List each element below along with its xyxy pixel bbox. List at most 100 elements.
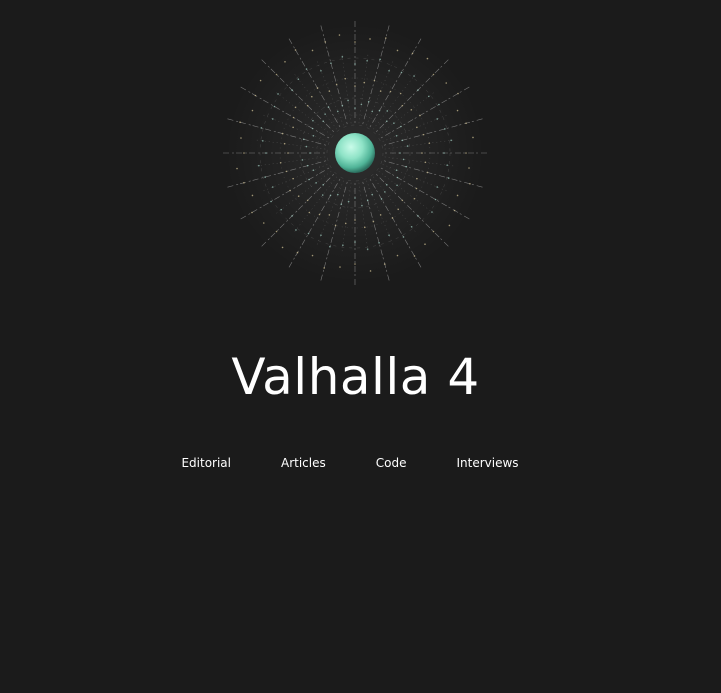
starburst-dot [236,167,238,170]
starburst-dot [347,200,350,203]
starburst-dot [391,217,394,219]
starburst-dot [315,182,317,184]
starburst-dot [320,234,322,237]
starburst-dot [450,139,452,142]
starburst-dot [444,128,446,130]
starburst-dot [406,145,409,147]
starburst-dot [427,95,430,98]
starburst-dot [320,69,322,72]
starburst-dot [354,41,356,43]
starburst-dot [312,119,314,122]
starburst-dot [456,194,459,197]
starburst-dot [410,225,413,228]
starburst-dot [367,101,370,103]
starburst-dot [379,90,382,92]
starburst-dot [386,110,389,112]
starburst-dot [410,108,413,111]
starburst-dot [258,164,260,167]
starburst-dot [254,94,257,97]
starburst-dot [273,105,276,108]
starburst-dot [262,222,265,224]
starburst-dot [402,158,405,161]
starburst-dot [457,92,459,95]
starburst-dot [261,140,264,142]
starburst-dot [401,139,404,142]
starburst-dot [363,81,366,84]
starburst-dot [434,198,437,201]
starburst-dot [308,178,310,181]
starburst-dot [424,243,426,246]
starburst-dot [280,208,283,211]
starburst-dot [393,122,395,124]
starburst-dot [389,90,392,93]
starburst-dot [310,95,313,98]
starburst-dot [305,68,308,70]
starburst-dot [469,182,471,185]
starburst-dot [400,125,402,128]
starburst-dot [373,79,376,82]
starburst-dot [396,184,398,187]
starburst-dot [384,191,386,193]
starburst-dot [306,199,309,202]
starburst-dot [400,71,403,74]
starburst-dot [301,159,304,161]
starburst-dot [379,58,381,61]
starburst-dot [281,246,284,249]
starburst-dot [291,89,293,91]
starburst-dot [306,164,309,167]
nav-link-interviews[interactable]: Interviews [456,454,518,474]
starburst-dot [383,263,386,265]
starburst-dot [354,219,356,221]
starburst-dot [361,204,363,207]
nav-link-articles[interactable]: Articles [281,454,326,474]
starburst-dot [336,193,339,196]
starburst-dot [239,121,241,124]
starburst-dot [323,267,326,269]
starburst-dot [338,34,341,36]
starburst-dot [395,169,398,172]
starburst-dot [386,184,388,186]
starburst-dot [243,181,245,184]
starburst-dot [369,270,372,272]
starburst-dot [251,211,253,214]
starburst-dot [360,103,363,106]
starburst-dot [354,63,356,65]
starburst-dot [436,186,439,188]
starburst-dot [386,120,388,122]
starburst-dot [354,263,356,265]
nav-link-editorial[interactable]: Editorial [181,454,231,474]
starburst-dot [416,126,418,129]
starburst-dot [416,177,418,180]
starburst-dot [445,82,448,84]
starburst-dot [432,230,435,233]
starburst-dot [305,145,308,148]
starburst-dot [322,184,324,186]
starburst-dot [402,236,405,238]
starburst-dot [292,177,294,180]
nav-link-code[interactable]: Code [376,454,407,474]
starburst-dot [366,59,368,62]
starburst-dot [456,109,459,112]
starburst-dot [340,203,343,205]
starburst-dot [371,110,374,113]
starburst-dot [312,169,315,172]
starburst-dot [438,103,440,106]
starburst-dot [363,226,366,229]
starburst-dot [295,229,297,231]
starburst-dot [311,49,314,52]
starburst-dot [399,92,402,95]
starburst-dot [380,198,383,200]
starburst-dot [401,104,404,107]
starburst-dot [397,208,400,211]
starburst-dot [291,215,293,217]
main-nav: Editorial Articles Code Interviews [0,454,700,474]
starburst-dot [285,170,288,173]
starburst-dot [303,138,305,141]
starburst-dot [334,224,337,227]
starburst-dot [318,213,321,216]
starburst-dot [472,136,474,139]
starburst-dot [341,56,344,58]
page-title: Valhalla 4 [231,348,480,406]
starburst-dot [426,57,429,60]
starburst-dot [321,194,324,196]
